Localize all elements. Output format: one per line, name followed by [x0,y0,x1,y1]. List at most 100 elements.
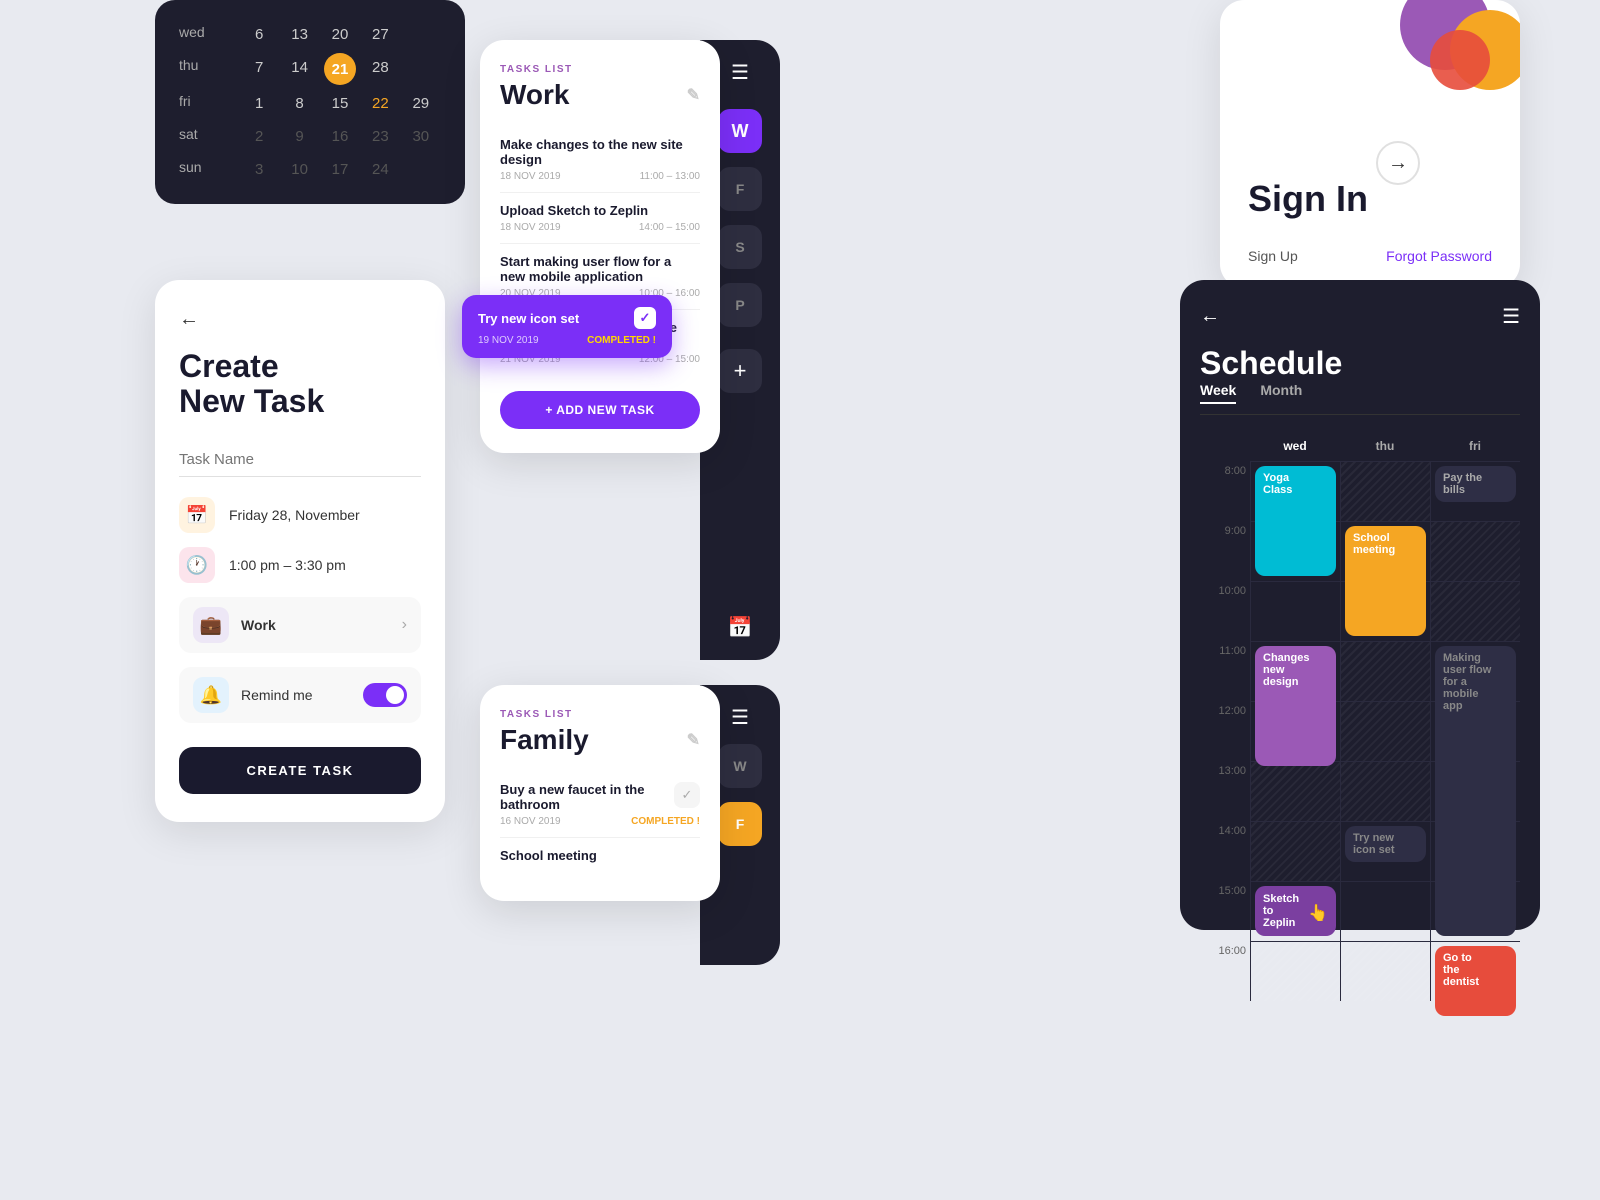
signin-arrow-button[interactable]: → [1376,141,1420,185]
chevron-right-icon: › [402,616,407,634]
avatar-f[interactable]: F [718,167,762,211]
cell-fri-16: Go tothedentist [1430,941,1520,1001]
cal-num[interactable]: 27 [360,20,400,49]
event-userflow[interactable]: Makinguser flowfor amobileapp [1435,646,1516,936]
time-1100: 11:00 [1200,641,1250,701]
task-name: Start making user flow for a new mobile … [500,254,700,284]
cal-num[interactable]: 17 [320,155,360,184]
time-1600: 16:00 [1200,941,1250,1001]
signup-link[interactable]: Sign Up [1248,248,1298,264]
cal-num[interactable]: 16 [320,122,360,151]
cal-num[interactable]: 14 [279,53,319,85]
schedule-back-icon[interactable]: ← [1200,305,1220,328]
task-meta: 18 NOV 2019 11:00 – 13:00 [500,171,700,182]
date-row: 📅 Friday 28, November [179,497,421,533]
task-date: 18 NOV 2019 [500,222,561,233]
task-name-input[interactable] [179,443,421,477]
cal-num[interactable]: 6 [239,20,279,49]
event-dentist[interactable]: Go tothedentist [1435,946,1516,1016]
cal-num[interactable]: 7 [239,53,279,85]
cal-num[interactable]: 9 [279,122,319,151]
task-meta: 18 NOV 2019 14:00 – 15:00 [500,222,700,233]
event-school-meeting[interactable]: Schoolmeeting [1345,526,1426,636]
time-1000: 10:00 [1200,581,1250,641]
cal-num[interactable]: 21 [320,53,360,85]
event-changes-new-design[interactable]: Changesnewdesign [1255,646,1336,766]
cal-num[interactable]: 13 [279,20,319,49]
sched-col-thu: thu [1340,431,1430,461]
tab-week[interactable]: Week [1200,382,1236,404]
sched-col-wed: wed [1250,431,1340,461]
cal-num-highlighted[interactable]: 22 [360,89,400,118]
tooltip-task-name: Try new icon set [478,311,579,326]
cal-num[interactable]: 15 [320,89,360,118]
avatar-f-bottom[interactable]: F [718,802,762,846]
cell-thu-15 [1340,881,1430,941]
family-task-date: 16 NOV 2019 [500,816,561,827]
back-arrow-icon[interactable]: ← [179,308,421,331]
category-row[interactable]: 💼 Work › [179,597,421,653]
family-task-name-2: School meeting [500,848,700,863]
cal-label-thu: thu [179,53,239,85]
edit-icon[interactable]: ✎ [687,85,700,105]
cell-fri-11: Makinguser flowfor amobileapp [1430,641,1520,701]
cal-num[interactable]: 3 [239,155,279,184]
cell-wed-15: Sketchto Zeplin 👆 [1250,881,1340,941]
time-1200: 12:00 [1200,701,1250,761]
family-task-item[interactable]: Buy a new faucet in the bathroom ✓ 16 NO… [500,772,700,838]
cal-num[interactable]: 29 [401,89,441,118]
bell-icon: 🔔 [193,677,229,713]
cal-num[interactable]: 10 [279,155,319,184]
cell-thu-12 [1340,701,1430,761]
family-edit-icon[interactable]: ✎ [687,730,700,750]
schedule-grid: wed thu fri 8:00 YogaClass Pay thebills … [1200,431,1520,1001]
cal-num[interactable]: 2 [239,122,279,151]
tasks-title: Work ✎ [500,79,700,111]
avatar-s[interactable]: S [718,225,762,269]
task-item[interactable]: Upload Sketch to Zeplin 18 NOV 2019 14:0… [500,193,700,244]
event-yoga[interactable]: YogaClass [1255,466,1336,576]
cal-num[interactable]: 8 [279,89,319,118]
avatar-p[interactable]: P [718,283,762,327]
cal-num[interactable]: 30 [401,122,441,151]
remind-text: Remind me [241,687,313,703]
family-tasks-label: TASKS LIST [500,709,700,720]
cell-thu-9: Schoolmeeting [1340,521,1430,581]
cell-wed-11: Changesnewdesign [1250,641,1340,701]
menu-icon[interactable]: ☰ [731,60,749,85]
tasks-list-label: TASKS LIST [500,64,700,75]
cal-num[interactable]: 20 [320,20,360,49]
add-avatar-button[interactable]: + [718,349,762,393]
create-task-button[interactable]: CREATE TASK [179,747,421,794]
calendar-panel-icon[interactable]: 📅 [728,615,753,640]
remind-toggle[interactable] [363,683,407,707]
remind-row: 🔔 Remind me [179,667,421,723]
schedule-header: ← ☰ [1200,304,1520,329]
event-paybills[interactable]: Pay thebills [1435,466,1516,502]
family-task-item-2[interactable]: School meeting [500,838,700,877]
create-task-card: ← CreateNew Task 📅 Friday 28, November 🕐… [155,280,445,822]
tab-month[interactable]: Month [1260,382,1302,404]
clock-icon: 🕐 [179,547,215,583]
cal-num [401,155,441,184]
schedule-menu-icon[interactable]: ☰ [1502,304,1520,329]
forgot-password-link[interactable]: Forgot Password [1386,248,1492,264]
schedule-card: ← ☰ Schedule Week Month wed thu fri 8:00… [1180,280,1540,930]
menu-icon-bottom[interactable]: ☰ [731,705,749,730]
event-sketch-zeplin[interactable]: Sketchto Zeplin 👆 [1255,886,1336,936]
hand-icon: 👆 [1308,903,1328,923]
event-try-new-icon[interactable]: Try newicon set [1345,826,1426,862]
avatar-w-bottom[interactable]: W [718,744,762,788]
add-task-button[interactable]: + ADD NEW TASK [500,391,700,429]
cal-num[interactable]: 1 [239,89,279,118]
task-checkbox[interactable]: ✓ [674,782,700,808]
cal-num[interactable]: 28 [360,53,400,85]
task-item[interactable]: Make changes to the new site design 18 N… [500,127,700,193]
cal-num[interactable]: 23 [360,122,400,151]
avatar-w[interactable]: W [718,109,762,153]
completed-tooltip: Try new icon set ✓ 19 NOV 2019 COMPLETED… [462,295,672,358]
cal-num[interactable]: 24 [360,155,400,184]
schedule-tabs: Week Month [1200,382,1520,415]
tasks-work-card: TASKS LIST Work ✎ Make changes to the ne… [480,40,720,453]
family-task-row: Buy a new faucet in the bathroom ✓ [500,782,700,816]
